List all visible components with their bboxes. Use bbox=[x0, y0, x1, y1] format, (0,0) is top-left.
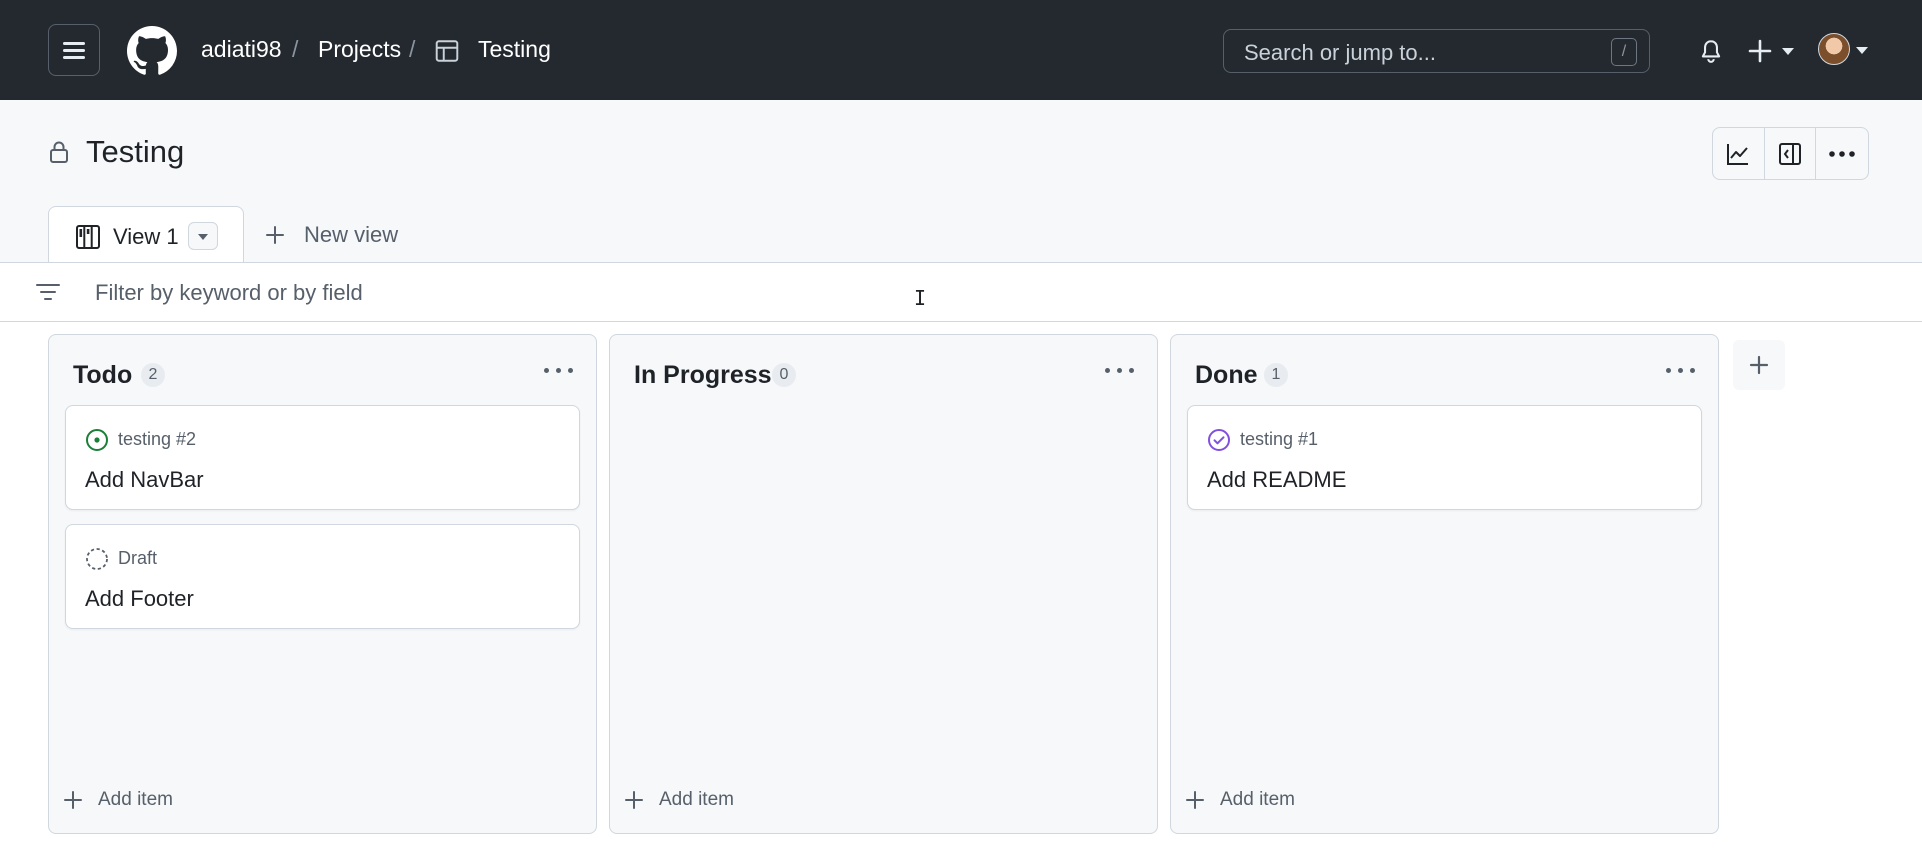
add-item-label: Add item bbox=[659, 789, 734, 810]
add-item-label: Add item bbox=[98, 789, 173, 810]
breadcrumb-separator: / bbox=[409, 36, 416, 62]
column-title: Done bbox=[1195, 361, 1258, 389]
filter-bar: Filter by keyword or by field bbox=[0, 262, 1922, 322]
draft-issue-icon bbox=[86, 548, 108, 570]
board-column-in-progress: In Progress 0 Add item bbox=[609, 334, 1158, 834]
bell-icon[interactable] bbox=[1698, 37, 1724, 65]
plus-icon bbox=[266, 226, 284, 244]
tab-view-1[interactable]: View 1 bbox=[48, 206, 244, 264]
plus-icon bbox=[1749, 355, 1769, 375]
more-options-button[interactable] bbox=[1816, 128, 1868, 179]
filter-icon bbox=[36, 284, 60, 300]
add-item-label: Add item bbox=[1220, 789, 1295, 810]
chevron-down-icon bbox=[198, 234, 208, 240]
issue-closed-icon bbox=[1208, 429, 1230, 451]
card-title[interactable]: Add NavBar bbox=[85, 467, 204, 493]
hamburger-icon bbox=[63, 42, 85, 59]
chevron-down-icon[interactable] bbox=[1856, 47, 1868, 54]
column-title: Todo bbox=[73, 361, 133, 389]
plus-icon bbox=[1186, 791, 1204, 809]
kebab-menu-icon bbox=[1829, 150, 1855, 157]
breadcrumb-project[interactable]: Testing bbox=[478, 36, 551, 63]
project-toolbar bbox=[1712, 127, 1869, 180]
insights-graph-icon bbox=[1727, 143, 1749, 165]
card-reference[interactable]: testing #2 bbox=[118, 429, 196, 450]
menu-button[interactable] bbox=[48, 24, 100, 76]
github-logo-icon[interactable] bbox=[127, 26, 177, 76]
card-reference[interactable]: testing #1 bbox=[1240, 429, 1318, 450]
plus-icon bbox=[64, 791, 82, 809]
global-header: adiati98 / Projects / Testing Search or … bbox=[0, 0, 1922, 100]
sidebar-panel-icon bbox=[1779, 142, 1801, 165]
view-options-button[interactable] bbox=[188, 222, 218, 250]
add-item-button[interactable]: Add item bbox=[623, 787, 734, 813]
issue-open-icon bbox=[86, 429, 108, 451]
sidebar-toggle-button[interactable] bbox=[1765, 128, 1817, 179]
column-menu-icon[interactable] bbox=[1105, 365, 1135, 375]
plus-icon bbox=[625, 791, 643, 809]
new-view-button[interactable]: New view bbox=[264, 220, 398, 250]
card-title[interactable]: Add README bbox=[1207, 467, 1346, 493]
text-cursor-icon: I bbox=[914, 286, 927, 310]
lock-icon bbox=[50, 141, 68, 163]
avatar[interactable] bbox=[1818, 33, 1850, 65]
add-column-button[interactable] bbox=[1733, 340, 1785, 390]
search-input[interactable]: Search or jump to... / bbox=[1223, 29, 1650, 73]
new-view-label: New view bbox=[304, 222, 399, 247]
create-new-icon[interactable] bbox=[1748, 36, 1800, 66]
column-count-badge: 1 bbox=[1264, 363, 1288, 387]
page-title: Testing bbox=[86, 134, 185, 169]
column-count-badge: 0 bbox=[772, 363, 796, 387]
search-shortcut-key: / bbox=[1611, 38, 1637, 66]
board-icon bbox=[76, 225, 100, 249]
table-icon bbox=[435, 40, 459, 62]
column-count-badge: 2 bbox=[141, 363, 165, 387]
board-card[interactable]: testing #1 Add README bbox=[1187, 405, 1702, 510]
column-menu-icon[interactable] bbox=[544, 365, 574, 375]
breadcrumb-owner[interactable]: adiati98 bbox=[201, 36, 282, 63]
breadcrumb-separator: / bbox=[292, 36, 299, 62]
card-reference: Draft bbox=[118, 548, 158, 568]
board-column-todo: Todo 2 testing #2 Add NavBar Draft Add F… bbox=[48, 334, 597, 834]
column-title: In Progress bbox=[634, 361, 772, 389]
board-card[interactable]: Draft Add Footer bbox=[65, 524, 580, 629]
insights-button[interactable] bbox=[1713, 128, 1765, 179]
filter-input[interactable]: Filter by keyword or by field bbox=[95, 280, 363, 306]
breadcrumb-projects[interactable]: Projects bbox=[318, 36, 401, 63]
search-placeholder: Search or jump to... bbox=[1244, 40, 1436, 65]
board-column-done: Done 1 testing #1 Add README Add item bbox=[1170, 334, 1719, 834]
add-item-button[interactable]: Add item bbox=[62, 787, 173, 813]
add-item-button[interactable]: Add item bbox=[1184, 787, 1295, 813]
column-menu-icon[interactable] bbox=[1666, 365, 1696, 375]
tab-label: View 1 bbox=[113, 224, 179, 249]
card-title[interactable]: Add Footer bbox=[85, 586, 194, 612]
board-card[interactable]: testing #2 Add NavBar bbox=[65, 405, 580, 510]
